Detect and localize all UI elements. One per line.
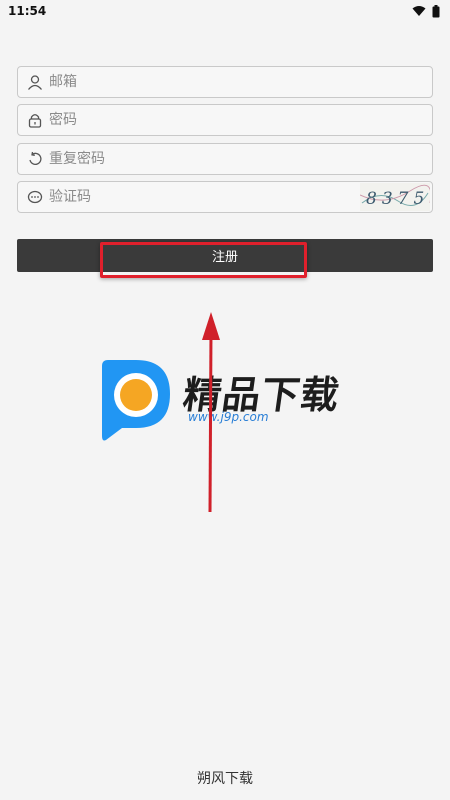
repeat-password-field[interactable]	[17, 143, 433, 175]
password-input[interactable]	[46, 105, 432, 135]
status-time: 11:54	[8, 4, 47, 18]
watermark-logo: 精品下载 www.j9p.com	[100, 358, 360, 442]
password-field[interactable]	[17, 104, 433, 136]
captcha-text: 8375	[366, 189, 429, 209]
lock-icon	[24, 109, 46, 131]
email-input[interactable]	[46, 67, 432, 97]
email-field[interactable]	[17, 66, 433, 98]
footer-text: 朔风下载	[197, 771, 253, 787]
captcha-field[interactable]: 8375	[17, 181, 433, 213]
p-logo-icon	[102, 360, 170, 441]
battery-icon	[432, 4, 440, 17]
wifi-icon	[412, 6, 426, 16]
register-label: 注册	[211, 250, 238, 265]
refresh-icon	[24, 148, 46, 170]
repeat-password-input[interactable]	[46, 144, 432, 174]
register-button[interactable]: 注册	[17, 239, 433, 272]
captcha-image[interactable]: 8375	[360, 183, 430, 211]
captcha-input[interactable]	[46, 182, 360, 212]
chat-bubble-icon	[24, 186, 46, 208]
status-icons	[412, 4, 440, 18]
user-icon	[24, 71, 46, 93]
status-bar: 11:54	[0, 0, 450, 22]
red-arrow-icon	[202, 312, 220, 513]
